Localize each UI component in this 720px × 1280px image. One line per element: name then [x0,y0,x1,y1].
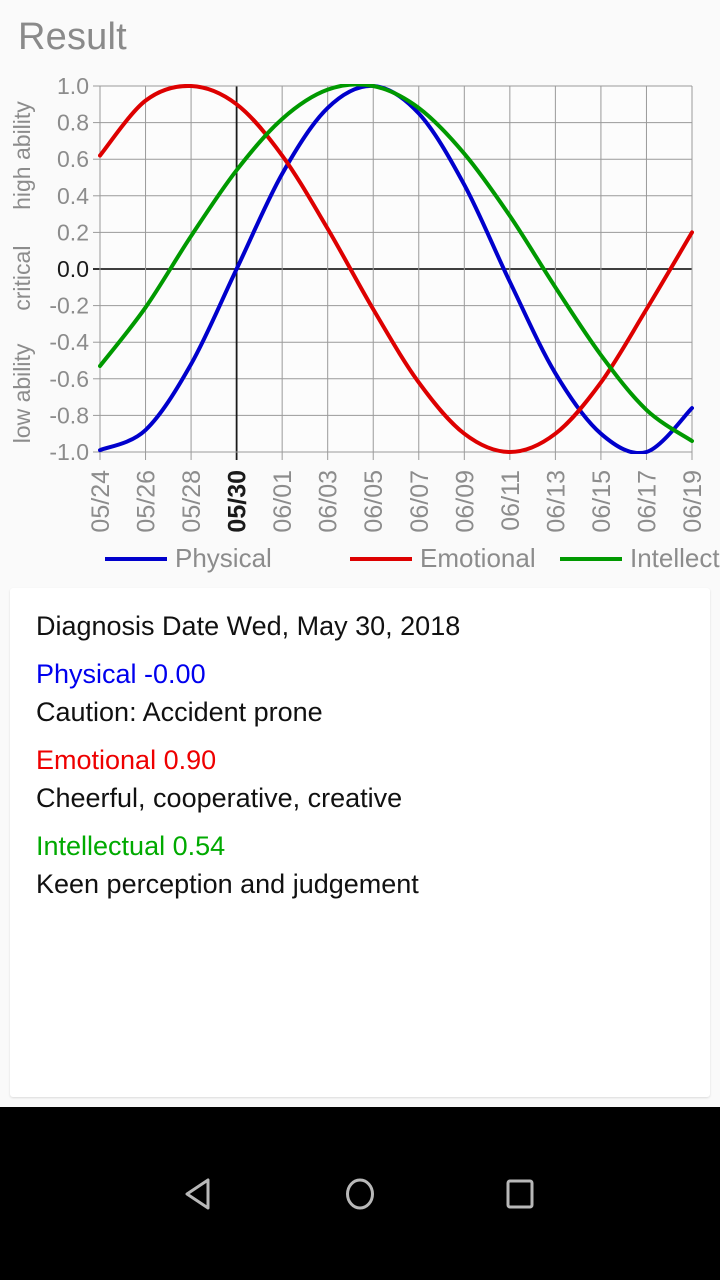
intellectual-description: Keen perception and judgement [36,869,419,899]
android-navigation-bar [0,1107,720,1280]
emotional-heading: Emotional 0.90 [36,745,217,775]
svg-text:Emotional: Emotional [420,543,536,573]
chart-svg: high ability critical low ability 1.0 0.8 0.… [9,73,720,573]
back-button[interactable] [155,1149,245,1239]
svg-text:05/30: 05/30 [224,470,252,533]
svg-text:-0.2: -0.2 [49,293,89,319]
svg-text:-0.8: -0.8 [49,402,89,428]
biorhythm-chart: high ability critical low ability 1.0 0.8 0.… [0,70,720,588]
svg-text:high ability: high ability [9,101,35,210]
svg-text:06/13: 06/13 [542,470,570,533]
intellectual-heading: Intellectual 0.54 [36,831,226,861]
x-tick-labels: 05/24 05/26 05/28 05/30 06/01 06/03 06/05 06/07… [87,470,707,533]
svg-text:06/09: 06/09 [451,470,479,533]
svg-text:06/11: 06/11 [497,470,525,531]
svg-text:06/01: 06/01 [269,470,297,533]
physical-description: Caution: Accident prone [36,697,323,727]
svg-text:05/28: 05/28 [178,470,206,533]
svg-text:0.2: 0.2 [57,219,89,245]
svg-text:1.0: 1.0 [57,73,89,99]
svg-text:05/24: 05/24 [87,470,115,533]
physical-heading: Physical -0.00 [36,659,206,689]
home-button[interactable] [315,1149,405,1239]
svg-text:06/07: 06/07 [406,470,434,533]
emotional-description: Cheerful, cooperative, creative [36,783,403,813]
svg-text:06/19: 06/19 [679,470,707,533]
svg-text:Physical: Physical [175,543,272,573]
svg-text:-0.4: -0.4 [49,329,89,355]
recents-button[interactable] [475,1149,565,1239]
svg-text:-1.0: -1.0 [49,439,89,465]
y-tick-labels: 1.0 0.8 0.6 0.4 0.2 0.0 -0.2 -0.4 -0.6 -0.8 -1.0 [49,73,89,465]
app-screen: Result high ability critical low ability 1… [0,0,720,1280]
svg-text:0.4: 0.4 [57,183,89,209]
svg-text:0.6: 0.6 [57,146,89,172]
page-title: Result [18,16,127,58]
chart-legend: Physical Emotional Intellectual [105,543,720,573]
svg-text:06/17: 06/17 [633,470,661,533]
svg-text:-0.6: -0.6 [49,366,89,392]
back-triangle-icon [185,1178,210,1209]
chart-gridlines [93,85,693,460]
result-card: Diagnosis Date Wed, May 30, 2018 Physica… [10,588,710,1097]
diagnosis-date: Diagnosis Date Wed, May 30, 2018 [36,611,461,641]
svg-text:05/26: 05/26 [133,470,161,533]
svg-text:06/15: 06/15 [588,470,616,533]
home-circle-icon [346,1178,374,1209]
svg-text:low ability: low ability [9,343,35,443]
svg-text:critical: critical [9,246,35,311]
svg-text:Intellectual: Intellectual [630,543,720,573]
svg-text:06/05: 06/05 [360,470,388,533]
y-zone-labels: high ability critical low ability [9,101,35,444]
svg-text:0.0: 0.0 [57,256,89,282]
recents-square-icon [506,1179,534,1208]
svg-text:06/03: 06/03 [315,470,343,533]
svg-text:0.8: 0.8 [57,110,89,136]
